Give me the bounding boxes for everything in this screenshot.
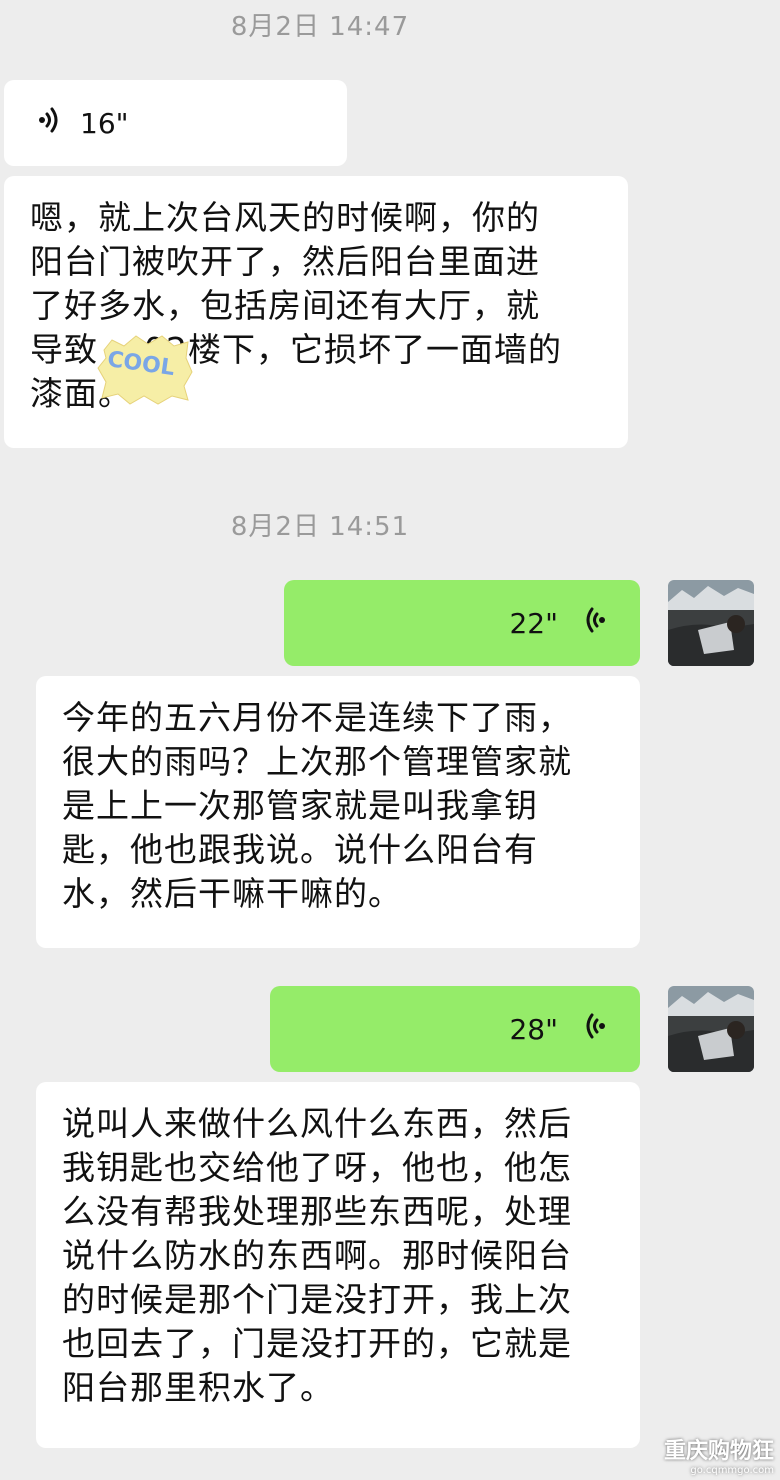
voice-message-incoming[interactable]: 16" <box>4 80 347 166</box>
user-avatar[interactable] <box>668 986 754 1072</box>
text-message-incoming[interactable]: 嗯，就上次台风天的时候啊，你的 阳台门被吹开了，然后阳台里面进 了好多水，包括房… <box>4 176 628 448</box>
voice-wave-icon <box>580 1011 610 1048</box>
voice-wave-icon <box>34 105 64 142</box>
watermark-sub: go.cqmmgo.com <box>690 1465 774 1476</box>
user-avatar[interactable] <box>668 580 754 666</box>
text-message-incoming[interactable]: 今年的五六月份不是连续下了雨， 很大的雨吗？上次那个管理管家就 是上上一次那管家… <box>36 676 640 948</box>
cool-sticker: COOL <box>96 332 194 406</box>
text-message-incoming[interactable]: 说叫人来做什么风什么东西，然后 我钥匙也交给他了呀，他也，他怎 么没有帮我处理那… <box>36 1082 640 1448</box>
watermark: 重庆购物狂 go.cqmmgo.com <box>664 1433 774 1476</box>
voice-duration: 16" <box>80 106 129 140</box>
timestamp: 8月2日 14:47 <box>230 12 410 42</box>
voice-message-outgoing[interactable]: 28" <box>270 986 640 1072</box>
voice-wave-icon <box>580 605 610 642</box>
timestamp: 8月2日 14:51 <box>230 512 410 542</box>
message-text: 说叫人来做什么风什么东西，然后 我钥匙也交给他了呀，他也，他怎 么没有帮我处理那… <box>62 1104 572 1407</box>
message-text: 今年的五六月份不是连续下了雨， 很大的雨吗？上次那个管理管家就 是上上一次那管家… <box>62 698 572 913</box>
watermark-main: 重庆购物狂 <box>663 1439 774 1464</box>
voice-duration: 22" <box>509 606 558 640</box>
voice-message-outgoing[interactable]: 22" <box>284 580 640 666</box>
voice-duration: 28" <box>509 1012 558 1046</box>
